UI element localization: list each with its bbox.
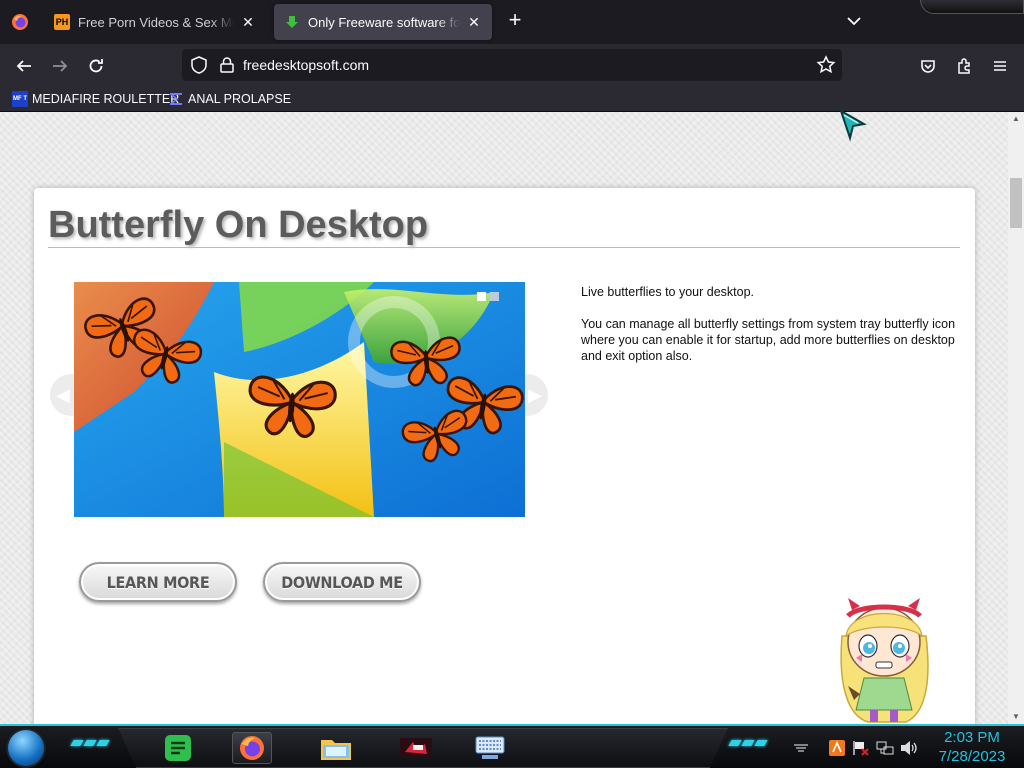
slider-pagination [477,292,499,301]
close-tab-icon[interactable]: ✕ [240,14,256,30]
taskbar-firefox-app[interactable] [232,732,272,764]
window-frame-decoration [920,0,1024,14]
taskbar-keyboard-app[interactable] [470,732,510,764]
description-paragraph: You can manage all butterfly settings fr… [581,317,956,363]
screenshot-slide [74,282,525,517]
taskbar-accent-decoration [728,740,768,748]
page-scrollbar[interactable]: ▲ ▼ [1008,112,1024,724]
action-center-flag-icon[interactable] [852,739,870,757]
bookmark-second[interactable]: ANAL PROLAPSE [168,89,291,109]
lock-icon[interactable] [218,56,236,74]
firefox-view-icon[interactable] [8,10,32,34]
mediafire-favicon-icon: MF T [12,91,28,107]
taskbar: 2:03 PM 7/28/2023 [0,724,1024,768]
bookmark-label: ANAL PROLAPSE [188,92,292,106]
bookmarks-toolbar: MF T MEDIAFIRE ROULETTER ANAL PROLAPSE [0,86,1024,112]
scroll-down-icon[interactable]: ▼ [1011,712,1021,722]
pocket-button[interactable] [914,52,942,80]
title-divider [48,247,960,248]
slider-dot-active[interactable] [477,292,486,301]
taskbar-clock[interactable]: 2:03 PM 7/28/2023 [930,728,1014,766]
volume-icon[interactable] [900,739,918,757]
navigation-toolbar: freedesktopsoft.com [0,44,1024,86]
on-screen-keyboard-icon [475,736,505,759]
slider-dot[interactable] [490,292,499,301]
bookmark-star-icon[interactable] [816,55,836,75]
taskbar-notes-app[interactable] [158,732,198,764]
product-description: Live butterflies to your desktop. You ca… [581,284,959,380]
system-tray [792,736,918,760]
forward-button[interactable] [46,52,74,80]
ph-favicon-icon: PH [54,14,70,30]
scrollbar-thumb[interactable] [1010,178,1022,228]
taskbar-accent-decoration [70,740,110,748]
tab-strip: PH Free Porn Videos & Sex Movies ✕ Only … [0,0,1024,44]
page-viewport: Butterfly On Desktop ◀ ▶ Live butterflie… [0,112,1024,724]
tab-title: Free Porn Videos & Sex Movies [78,14,234,30]
butterfly-desktop-screenshot [74,282,525,517]
tab-title: Only Freeware software for your [308,14,460,30]
back-button[interactable] [10,52,38,80]
list-all-tabs-button[interactable] [843,10,865,32]
sigma-icon [168,91,184,107]
bookmark-mediafire[interactable]: MF T MEDIAFIRE ROULETTER [12,89,179,109]
puzzle-icon [958,58,970,74]
menu-button[interactable] [986,52,1014,80]
tab-active[interactable]: Only Freeware software for your ✕ [274,4,492,40]
taskbar-explorer-app[interactable] [316,732,356,764]
learn-more-button[interactable]: LEARN MORE [79,562,237,602]
mouse-cursor-icon [839,108,867,142]
clock-time: 2:03 PM [944,729,1000,746]
url-bar[interactable]: freedesktopsoft.com [182,49,842,81]
cartoon-mascot-image [840,598,929,723]
shield-icon[interactable] [190,56,208,74]
bookmark-label: MEDIAFIRE ROULETTER [32,92,180,106]
tab-inactive[interactable]: PH Free Porn Videos & Sex Movies ✕ [44,4,266,40]
download-arrow-icon [284,14,300,30]
start-button[interactable] [8,730,44,766]
close-tab-icon[interactable]: ✕ [466,14,482,30]
reload-button[interactable] [82,52,110,80]
new-tab-button[interactable]: + [504,9,526,32]
description-line: Live butterflies to your desktop. [581,285,755,299]
extensions-button[interactable] [950,52,978,80]
show-hidden-icons-icon[interactable] [792,739,810,757]
page-title: Butterfly On Desktop [48,204,429,246]
arrow-right-icon [53,60,68,72]
folder-icon [321,740,351,760]
notes-app-icon [165,735,191,761]
chevron-right-icon: ▶ [528,384,542,405]
tray-app-icon[interactable] [828,739,846,757]
clock-date: 7/28/2023 [938,748,1006,765]
chevron-left-icon: ◀ [56,384,70,405]
arrow-left-icon [16,60,31,72]
download-button[interactable]: DOWNLOAD ME [263,562,421,602]
pocket-icon [921,60,935,73]
reload-icon [89,59,103,73]
firefox-icon [240,736,264,760]
network-icon[interactable] [876,739,894,757]
taskbar-media-app[interactable] [396,732,436,764]
url-text[interactable]: freedesktopsoft.com [243,57,369,73]
scroll-up-icon[interactable]: ▲ [1011,114,1021,124]
video-thumbnail-icon [400,738,432,758]
chevron-down-icon [847,16,861,25]
hamburger-icon [994,61,1006,71]
